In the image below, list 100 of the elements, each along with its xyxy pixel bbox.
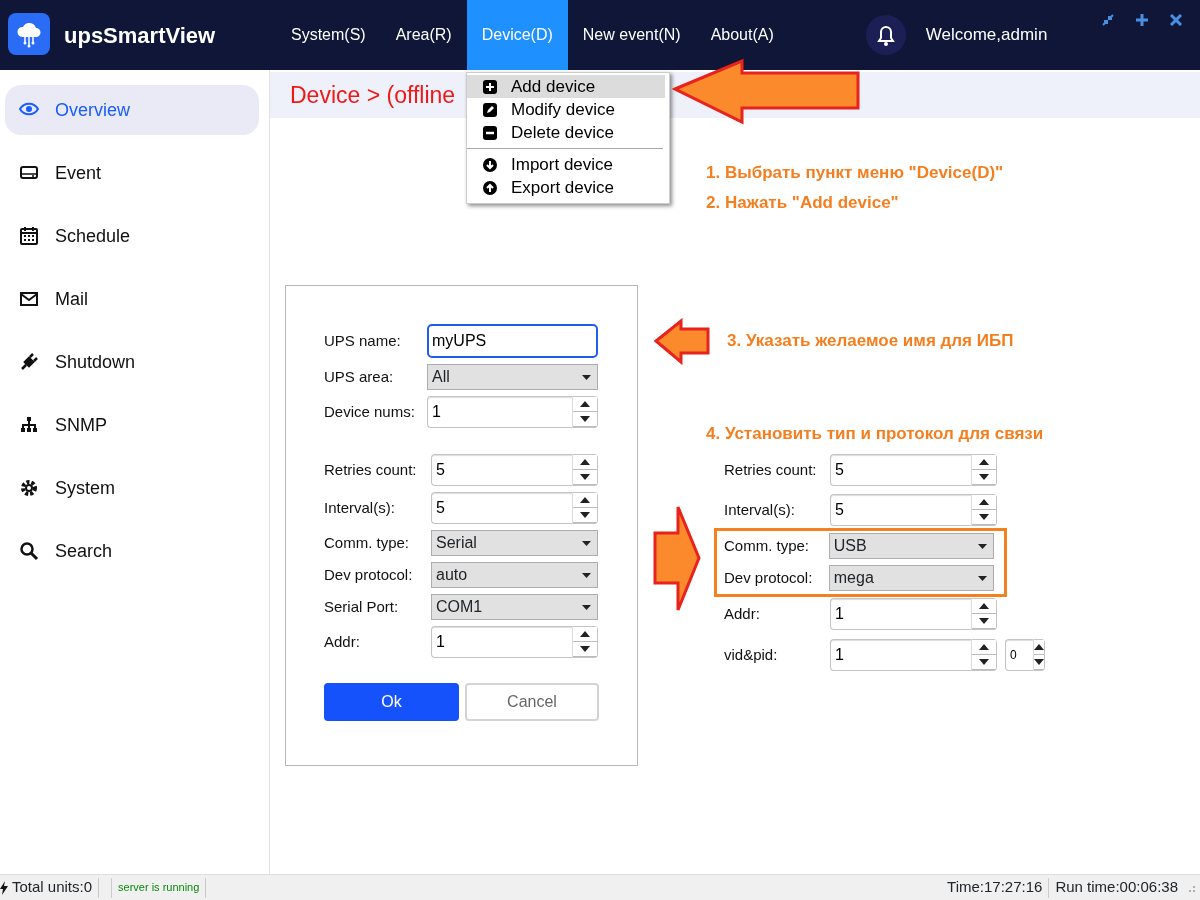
field-label: vid&pid: <box>724 644 779 665</box>
stepper-control[interactable] <box>572 626 598 658</box>
down-arrow-icon <box>580 416 590 422</box>
stepper-up-button[interactable] <box>573 493 597 508</box>
spin-field[interactable]: 5 <box>830 454 971 486</box>
sidebar-item[interactable]: Mail <box>5 274 259 324</box>
caret-icon <box>978 575 987 581</box>
field-label: Interval(s): <box>724 499 796 520</box>
menu-item[interactable]: Export device <box>467 176 665 199</box>
stepper-up-button[interactable] <box>573 627 597 642</box>
spin-field[interactable]: 1 <box>427 396 572 428</box>
stepper-control[interactable] <box>572 454 598 486</box>
spin-field[interactable]: 1 <box>431 626 572 658</box>
spin-field[interactable]: 5 <box>830 494 971 526</box>
sidebar-item[interactable]: SNMP <box>5 400 259 450</box>
text-field[interactable]: myUPS <box>427 324 598 358</box>
field-label: Comm. type: <box>324 532 411 553</box>
spin-field[interactable]: 0 <box>1005 639 1033 671</box>
units-count: Total units:0 <box>12 877 93 898</box>
notification-button[interactable] <box>865 15 906 55</box>
dropdown-field[interactable]: auto <box>431 562 598 588</box>
spin-field[interactable]: 5 <box>431 492 572 524</box>
sidebar-item[interactable]: Search <box>5 526 259 576</box>
menu-item[interactable]: Modify device <box>467 98 665 121</box>
dropdown-field[interactable]: All <box>427 364 598 390</box>
spin-field[interactable]: 1 <box>830 639 971 671</box>
maximize-icon[interactable] <box>1135 14 1148 26</box>
dropdown-field[interactable]: Serial <box>431 530 598 556</box>
up-arrow-icon <box>979 603 989 609</box>
instruction-text: 3. Указать желаемое имя для ИБП <box>727 330 1014 352</box>
plug-icon <box>19 352 39 372</box>
stepper-control[interactable] <box>971 639 997 671</box>
dropdown-field[interactable]: USB <box>828 533 994 559</box>
plus-square-icon <box>483 79 497 94</box>
stepper-control[interactable] <box>971 454 997 486</box>
stepper-up-button[interactable] <box>1034 640 1044 655</box>
menu-tab[interactable]: About(A) <box>695 0 789 70</box>
stepper-up-button[interactable] <box>972 599 996 614</box>
menu-item[interactable]: Add device <box>467 75 665 98</box>
search-icon <box>19 541 39 561</box>
mail-icon <box>19 289 39 309</box>
down-circle-icon <box>483 157 497 172</box>
stepper-up-button[interactable] <box>573 455 597 470</box>
up-arrow-icon <box>979 499 989 505</box>
up-arrow-icon <box>580 631 590 637</box>
field-label: UPS name: <box>324 330 402 351</box>
sidebar-item[interactable]: Shutdown <box>5 337 259 387</box>
stepper-control[interactable] <box>572 396 598 428</box>
bell-icon <box>874 23 897 47</box>
sidebar-item[interactable]: System <box>5 463 259 513</box>
close-icon[interactable] <box>1169 14 1182 26</box>
down-arrow-icon <box>979 659 989 665</box>
lightning-icon <box>0 880 8 895</box>
down-arrow-icon <box>1034 659 1044 665</box>
menu-item[interactable]: Delete device <box>467 121 665 144</box>
field-label: Addr: <box>724 603 761 624</box>
instruction-text: 1. Выбрать пункт меню "Device(D)" <box>706 162 1004 184</box>
caret-icon <box>582 572 591 578</box>
menu-tab[interactable]: Area(R) <box>380 0 467 70</box>
stepper-up-button[interactable] <box>573 397 597 412</box>
stepper-up-button[interactable] <box>972 495 996 510</box>
stepper-control[interactable] <box>971 494 997 526</box>
run-time: Run time:00:06:38 <box>1055 877 1178 898</box>
down-arrow-icon <box>979 514 989 520</box>
stepper-control[interactable] <box>971 598 997 630</box>
clock-text: Time:17:27:16 <box>947 877 1043 898</box>
menu-item[interactable]: Import device <box>467 153 665 176</box>
welcome-text: Welcome,admin <box>925 24 1049 47</box>
stepper-up-button[interactable] <box>972 455 996 470</box>
down-arrow-icon <box>979 618 989 624</box>
spin-field[interactable]: 1 <box>830 598 971 630</box>
network-icon <box>19 415 39 435</box>
field-label: Dev protocol: <box>324 564 414 585</box>
down-arrow-icon <box>580 512 590 518</box>
sidebar-item[interactable]: Schedule <box>5 211 259 261</box>
sidebar-item[interactable]: Event <box>5 148 259 198</box>
dropdown-field[interactable]: mega <box>828 565 994 591</box>
field-label: Device nums: <box>324 401 416 422</box>
menu-tab[interactable]: System(S) <box>276 0 381 70</box>
field-label: Retries count: <box>324 459 418 480</box>
spin-field[interactable]: 5 <box>431 454 572 486</box>
dropdown-field[interactable]: COM1 <box>431 594 598 620</box>
cancel-button[interactable]: Cancel <box>465 683 599 721</box>
ok-button[interactable]: Ok <box>324 683 459 721</box>
app-title: upsSmartView <box>64 21 217 50</box>
minus-square-icon <box>483 125 497 140</box>
down-arrow-icon <box>979 474 989 480</box>
down-arrow-icon <box>580 474 590 480</box>
restore-icon[interactable] <box>1101 14 1114 26</box>
caret-icon <box>582 374 591 380</box>
up-arrow-icon <box>580 497 590 503</box>
stepper-control[interactable] <box>1033 639 1045 671</box>
instruction-text: 2. Нажать "Add device" <box>706 192 899 214</box>
field-label: Interval(s): <box>324 497 396 518</box>
field-label: Serial Port: <box>324 596 400 617</box>
stepper-control[interactable] <box>572 492 598 524</box>
menu-tab[interactable]: New event(N) <box>567 0 696 70</box>
sidebar-item[interactable]: Overview <box>5 85 259 135</box>
stepper-up-button[interactable] <box>972 640 996 655</box>
caret-icon <box>582 604 591 610</box>
